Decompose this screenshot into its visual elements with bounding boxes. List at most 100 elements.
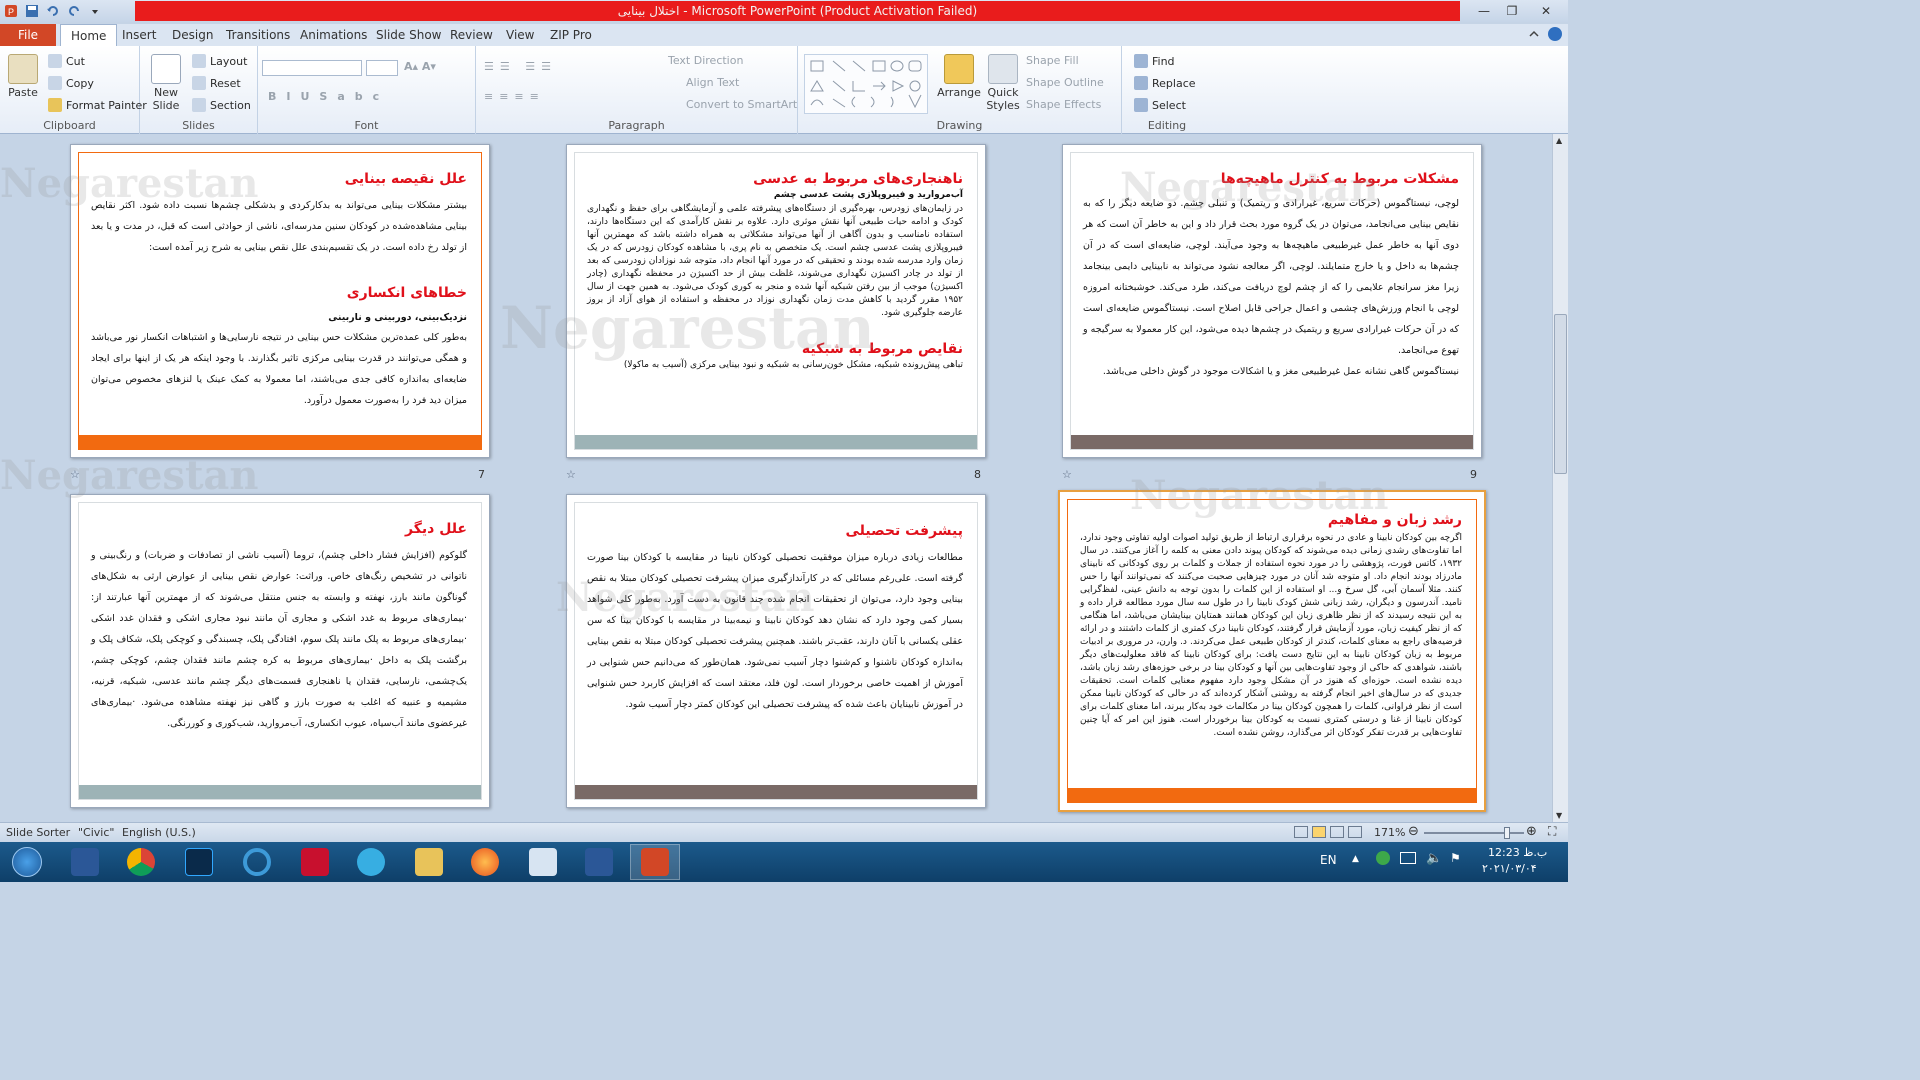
undo-icon[interactable] [44,2,62,20]
taskbar-word2-icon[interactable] [574,844,624,880]
close-button[interactable]: ✕ [1526,1,1566,21]
binoculars-icon [1134,54,1148,68]
vertical-scrollbar[interactable]: ▲ ▼ [1552,134,1568,822]
clipboard-group: Paste Cut Copy Format Painter Clipboard [0,46,147,134]
zoom-in-icon[interactable]: ⊕ [1526,824,1537,839]
align-buttons[interactable]: ≡≡≡≡ [484,90,545,103]
copy-button[interactable]: Copy [48,76,94,90]
fit-to-window-icon[interactable]: ⛶ [1548,824,1556,839]
zoom-level[interactable]: 171% [1374,826,1405,839]
reset-button[interactable]: Reset [192,76,241,90]
tray-app-icon[interactable] [1376,851,1390,865]
slide-thumbnail[interactable]: مشکلات مربوط به کنترل ماهیچه‌ها لوچی، نی… [1062,144,1482,458]
powerpoint-app-icon[interactable]: P [2,2,20,20]
tray-expand-icon[interactable]: ▲ [1352,854,1359,864]
taskbar-telegram-icon[interactable] [346,844,396,880]
find-button[interactable]: Find [1134,54,1175,68]
scroll-down-icon[interactable]: ▼ [1556,811,1562,820]
taskbar-photoshop-icon[interactable] [174,844,224,880]
input-language[interactable]: EN [1320,853,1337,867]
tab-review[interactable]: Review [440,24,503,46]
new-slide-button[interactable]: New Slide [146,54,186,112]
slide-thumbnail[interactable]: علل دیگر گلوکوم (افزایش فشار داخلی چشم)،… [70,494,490,808]
zoom-slider[interactable] [1424,827,1524,839]
format-painter-button[interactable]: Format Painter [48,98,147,112]
clock-time[interactable]: 12:23 ب.ظ [1488,846,1547,859]
font-name-box[interactable] [262,60,362,76]
start-button[interactable] [2,844,52,880]
font-size-box[interactable] [366,60,398,76]
grow-font-icon[interactable]: A▴ A▾ [404,60,436,73]
scroll-thumb[interactable] [1554,314,1567,474]
slide-title: علل نقیصه بینایی [344,171,467,187]
shape-effects-label: Shape Effects [1026,98,1102,111]
taskbar-paint-icon[interactable] [518,844,568,880]
tab-file[interactable]: File [0,24,56,46]
taskbar-chrome-icon[interactable] [116,844,166,880]
reading-view-icon[interactable] [1330,826,1344,838]
customize-qat-icon[interactable] [86,2,104,20]
cut-label: Cut [66,54,85,68]
clock-date[interactable]: ۲۰۲۱/۰۳/۰۴ [1482,862,1537,875]
transition-star-icon[interactable]: ☆ [566,468,576,481]
taskbar-firefox-icon[interactable] [460,844,510,880]
zoom-out-icon[interactable]: ⊖ [1408,824,1419,839]
layout-button[interactable]: Layout [192,54,247,68]
slide-body: لوچی، نیستاگموس (حرکات سریع، غیرارادی و … [1083,198,1459,356]
tab-design[interactable]: Design [162,24,223,46]
help-icon[interactable] [1548,27,1562,41]
convert-smartart-button[interactable]: Convert to SmartArt [686,98,797,111]
slide-thumbnail[interactable]: علل نقیصه بینایی بیشتر مشکلات بینایی می‌… [70,144,490,458]
tab-view[interactable]: View [496,24,544,46]
network-icon[interactable] [1400,852,1416,864]
transition-star-icon[interactable]: ☆ [1062,468,1072,481]
editing-group: Find Replace Select Editing [1122,46,1212,134]
minimize-ribbon-icon[interactable] [1528,28,1540,40]
tab-slide-show[interactable]: Slide Show [366,24,451,46]
slide-show-view-icon[interactable] [1348,826,1362,838]
text-direction-button[interactable]: Text Direction [668,54,743,67]
zoom-slider-thumb[interactable] [1504,827,1510,839]
save-icon[interactable] [23,2,41,20]
font-style-buttons[interactable]: BIUSabc [268,90,389,103]
minimize-button[interactable]: — [1470,1,1498,21]
restore-button[interactable]: ❐ [1498,1,1526,21]
action-center-icon[interactable]: ⚑ [1450,851,1461,865]
editing-label: Editing [1147,119,1187,132]
replace-button[interactable]: Replace [1134,76,1196,90]
arrange-button[interactable]: Arrange [934,54,984,99]
tab-zip-pro[interactable]: ZIP Pro [540,24,602,46]
shape-effects-button[interactable]: Shape Effects [1026,98,1101,111]
slide-thumbnail[interactable]: پیشرفت تحصیلی مطالعات زیادی درباره میزان… [566,494,986,808]
volume-icon[interactable]: 🔈 [1426,851,1442,866]
slide-sorter-view-icon[interactable] [1312,826,1326,838]
slide-body-2: تباهی پیش‌رونده شبکیه، مشکل خون‌رسانی به… [623,360,963,370]
tab-animations[interactable]: Animations [290,24,377,46]
slide-thumbnail-selected[interactable]: رشد زبان و مفاهیم اگرچه بین کودکان نابین… [1058,490,1486,812]
align-text-button[interactable]: Align Text [686,76,739,89]
taskbar-powerpoint-icon[interactable] [630,844,680,880]
slide-thumbnail[interactable]: ناهنجاری‌های مربوط به عدسی آب‌مروارید و … [566,144,986,458]
shape-fill-button[interactable]: Shape Fill [1026,54,1079,67]
tab-insert[interactable]: Insert [112,24,166,46]
section-button[interactable]: Section [192,98,251,112]
taskbar-word-icon[interactable] [60,844,110,880]
quick-styles-button[interactable]: Quick Styles [984,54,1022,112]
slide-title: مشکلات مربوط به کنترل ماهیچه‌ها [1220,171,1459,187]
paste-button[interactable]: Paste [6,54,40,99]
normal-view-icon[interactable] [1294,826,1308,838]
redo-icon[interactable] [65,2,83,20]
taskbar-explorer-icon[interactable] [404,844,454,880]
select-button[interactable]: Select [1134,98,1186,112]
cut-button[interactable]: Cut [48,54,85,68]
shapes-gallery[interactable] [804,54,928,114]
tab-home[interactable]: Home [60,24,118,46]
list-buttons[interactable]: ☰☰ ☰☰ [484,60,557,73]
taskbar-ie-icon[interactable] [232,844,282,880]
scroll-up-icon[interactable]: ▲ [1556,136,1562,145]
language-indicator[interactable]: English (U.S.) [122,826,196,839]
shape-outline-button[interactable]: Shape Outline [1026,76,1104,89]
transition-star-icon[interactable]: ☆ [70,468,80,481]
taskbar-flash-icon[interactable] [290,844,340,880]
tab-transitions[interactable]: Transitions [216,24,300,46]
